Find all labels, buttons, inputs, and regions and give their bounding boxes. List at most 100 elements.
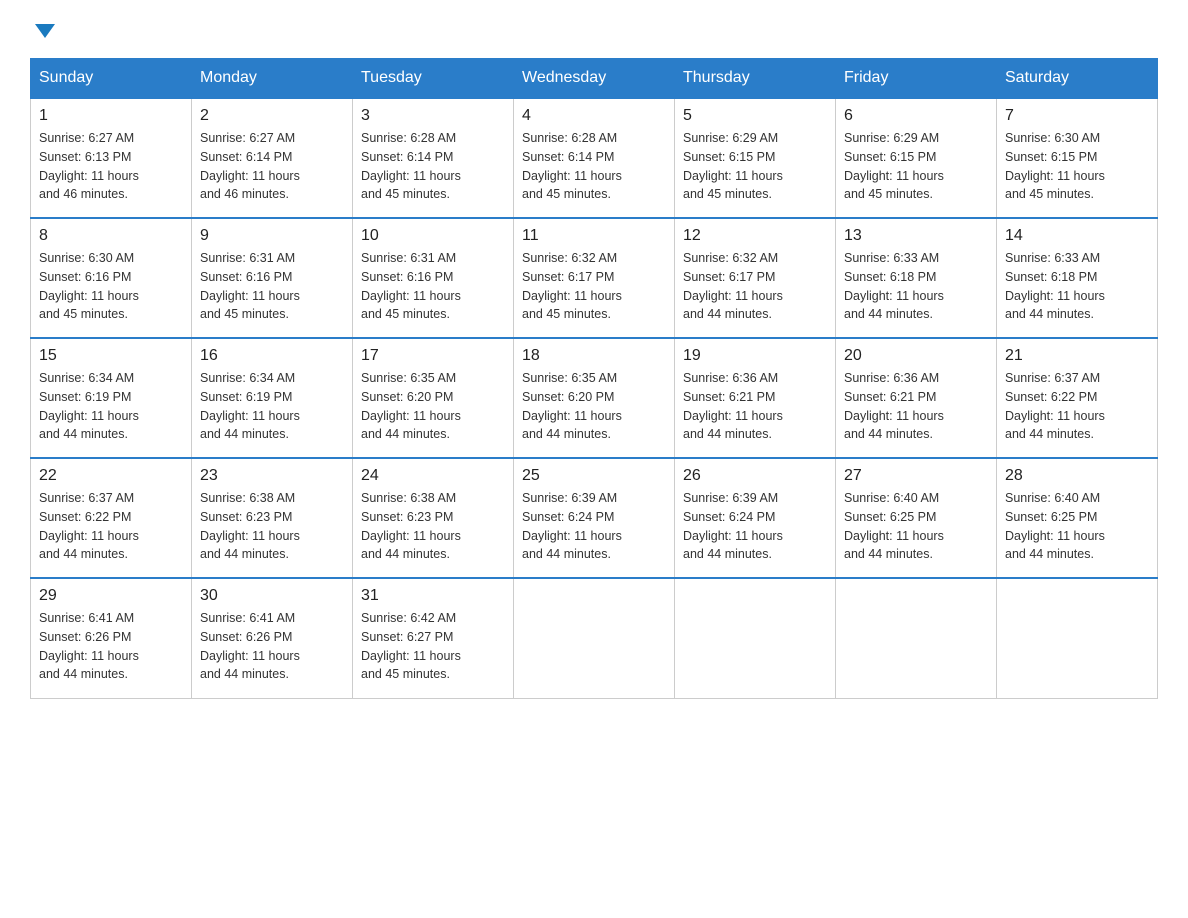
day-cell [675,578,836,698]
day-number: 16 [200,347,344,365]
day-number: 5 [683,107,827,125]
day-cell: 30 Sunrise: 6:41 AM Sunset: 6:26 PM Dayl… [192,578,353,698]
header-wednesday: Wednesday [514,59,675,99]
day-info: Sunrise: 6:37 AM Sunset: 6:22 PM Dayligh… [1005,369,1149,444]
day-cell: 10 Sunrise: 6:31 AM Sunset: 6:16 PM Dayl… [353,218,514,338]
day-cell: 26 Sunrise: 6:39 AM Sunset: 6:24 PM Dayl… [675,458,836,578]
day-cell: 17 Sunrise: 6:35 AM Sunset: 6:20 PM Dayl… [353,338,514,458]
day-cell: 24 Sunrise: 6:38 AM Sunset: 6:23 PM Dayl… [353,458,514,578]
day-number: 3 [361,107,505,125]
day-info: Sunrise: 6:30 AM Sunset: 6:15 PM Dayligh… [1005,129,1149,204]
day-cell: 12 Sunrise: 6:32 AM Sunset: 6:17 PM Dayl… [675,218,836,338]
header-saturday: Saturday [997,59,1158,99]
day-number: 11 [522,227,666,245]
day-number: 21 [1005,347,1149,365]
day-info: Sunrise: 6:32 AM Sunset: 6:17 PM Dayligh… [683,249,827,324]
day-number: 28 [1005,467,1149,485]
day-info: Sunrise: 6:31 AM Sunset: 6:16 PM Dayligh… [361,249,505,324]
day-info: Sunrise: 6:28 AM Sunset: 6:14 PM Dayligh… [361,129,505,204]
day-number: 31 [361,587,505,605]
header-thursday: Thursday [675,59,836,99]
day-number: 22 [39,467,183,485]
day-info: Sunrise: 6:39 AM Sunset: 6:24 PM Dayligh… [522,489,666,564]
day-cell: 22 Sunrise: 6:37 AM Sunset: 6:22 PM Dayl… [31,458,192,578]
day-number: 2 [200,107,344,125]
calendar-body: 1 Sunrise: 6:27 AM Sunset: 6:13 PM Dayli… [31,98,1158,698]
day-number: 6 [844,107,988,125]
day-number: 19 [683,347,827,365]
day-info: Sunrise: 6:35 AM Sunset: 6:20 PM Dayligh… [361,369,505,444]
day-number: 20 [844,347,988,365]
day-cell: 1 Sunrise: 6:27 AM Sunset: 6:13 PM Dayli… [31,98,192,218]
day-info: Sunrise: 6:28 AM Sunset: 6:14 PM Dayligh… [522,129,666,204]
day-cell: 8 Sunrise: 6:30 AM Sunset: 6:16 PM Dayli… [31,218,192,338]
day-cell: 3 Sunrise: 6:28 AM Sunset: 6:14 PM Dayli… [353,98,514,218]
day-cell: 2 Sunrise: 6:27 AM Sunset: 6:14 PM Dayli… [192,98,353,218]
day-number: 17 [361,347,505,365]
day-info: Sunrise: 6:30 AM Sunset: 6:16 PM Dayligh… [39,249,183,324]
day-info: Sunrise: 6:39 AM Sunset: 6:24 PM Dayligh… [683,489,827,564]
day-number: 24 [361,467,505,485]
day-number: 8 [39,227,183,245]
day-cell: 5 Sunrise: 6:29 AM Sunset: 6:15 PM Dayli… [675,98,836,218]
day-cell: 19 Sunrise: 6:36 AM Sunset: 6:21 PM Dayl… [675,338,836,458]
day-info: Sunrise: 6:36 AM Sunset: 6:21 PM Dayligh… [683,369,827,444]
day-cell: 16 Sunrise: 6:34 AM Sunset: 6:19 PM Dayl… [192,338,353,458]
day-number: 7 [1005,107,1149,125]
week-row-4: 22 Sunrise: 6:37 AM Sunset: 6:22 PM Dayl… [31,458,1158,578]
logo-arrow-icon [35,24,55,38]
day-number: 29 [39,587,183,605]
day-number: 30 [200,587,344,605]
day-info: Sunrise: 6:41 AM Sunset: 6:26 PM Dayligh… [200,609,344,684]
day-info: Sunrise: 6:33 AM Sunset: 6:18 PM Dayligh… [844,249,988,324]
day-info: Sunrise: 6:29 AM Sunset: 6:15 PM Dayligh… [683,129,827,204]
page-header [30,20,1158,38]
day-cell: 27 Sunrise: 6:40 AM Sunset: 6:25 PM Dayl… [836,458,997,578]
week-row-2: 8 Sunrise: 6:30 AM Sunset: 6:16 PM Dayli… [31,218,1158,338]
day-info: Sunrise: 6:41 AM Sunset: 6:26 PM Dayligh… [39,609,183,684]
day-number: 14 [1005,227,1149,245]
header-tuesday: Tuesday [353,59,514,99]
day-number: 13 [844,227,988,245]
header-monday: Monday [192,59,353,99]
logo-general-text [30,20,55,38]
day-info: Sunrise: 6:40 AM Sunset: 6:25 PM Dayligh… [1005,489,1149,564]
day-info: Sunrise: 6:34 AM Sunset: 6:19 PM Dayligh… [200,369,344,444]
calendar-header: SundayMondayTuesdayWednesdayThursdayFrid… [31,59,1158,99]
day-info: Sunrise: 6:42 AM Sunset: 6:27 PM Dayligh… [361,609,505,684]
day-number: 25 [522,467,666,485]
day-number: 4 [522,107,666,125]
day-info: Sunrise: 6:34 AM Sunset: 6:19 PM Dayligh… [39,369,183,444]
day-info: Sunrise: 6:27 AM Sunset: 6:13 PM Dayligh… [39,129,183,204]
day-cell [836,578,997,698]
header-row: SundayMondayTuesdayWednesdayThursdayFrid… [31,59,1158,99]
day-cell [997,578,1158,698]
day-cell: 15 Sunrise: 6:34 AM Sunset: 6:19 PM Dayl… [31,338,192,458]
day-cell: 21 Sunrise: 6:37 AM Sunset: 6:22 PM Dayl… [997,338,1158,458]
day-info: Sunrise: 6:37 AM Sunset: 6:22 PM Dayligh… [39,489,183,564]
day-cell: 20 Sunrise: 6:36 AM Sunset: 6:21 PM Dayl… [836,338,997,458]
header-sunday: Sunday [31,59,192,99]
day-number: 27 [844,467,988,485]
day-cell: 6 Sunrise: 6:29 AM Sunset: 6:15 PM Dayli… [836,98,997,218]
day-info: Sunrise: 6:36 AM Sunset: 6:21 PM Dayligh… [844,369,988,444]
day-cell: 13 Sunrise: 6:33 AM Sunset: 6:18 PM Dayl… [836,218,997,338]
week-row-3: 15 Sunrise: 6:34 AM Sunset: 6:19 PM Dayl… [31,338,1158,458]
logo [30,20,55,38]
day-info: Sunrise: 6:32 AM Sunset: 6:17 PM Dayligh… [522,249,666,324]
day-info: Sunrise: 6:40 AM Sunset: 6:25 PM Dayligh… [844,489,988,564]
day-info: Sunrise: 6:27 AM Sunset: 6:14 PM Dayligh… [200,129,344,204]
day-number: 18 [522,347,666,365]
day-number: 15 [39,347,183,365]
day-number: 1 [39,107,183,125]
day-cell: 11 Sunrise: 6:32 AM Sunset: 6:17 PM Dayl… [514,218,675,338]
day-info: Sunrise: 6:29 AM Sunset: 6:15 PM Dayligh… [844,129,988,204]
day-number: 12 [683,227,827,245]
day-cell: 18 Sunrise: 6:35 AM Sunset: 6:20 PM Dayl… [514,338,675,458]
day-number: 23 [200,467,344,485]
day-cell: 25 Sunrise: 6:39 AM Sunset: 6:24 PM Dayl… [514,458,675,578]
week-row-5: 29 Sunrise: 6:41 AM Sunset: 6:26 PM Dayl… [31,578,1158,698]
day-cell: 28 Sunrise: 6:40 AM Sunset: 6:25 PM Dayl… [997,458,1158,578]
week-row-1: 1 Sunrise: 6:27 AM Sunset: 6:13 PM Dayli… [31,98,1158,218]
day-number: 9 [200,227,344,245]
